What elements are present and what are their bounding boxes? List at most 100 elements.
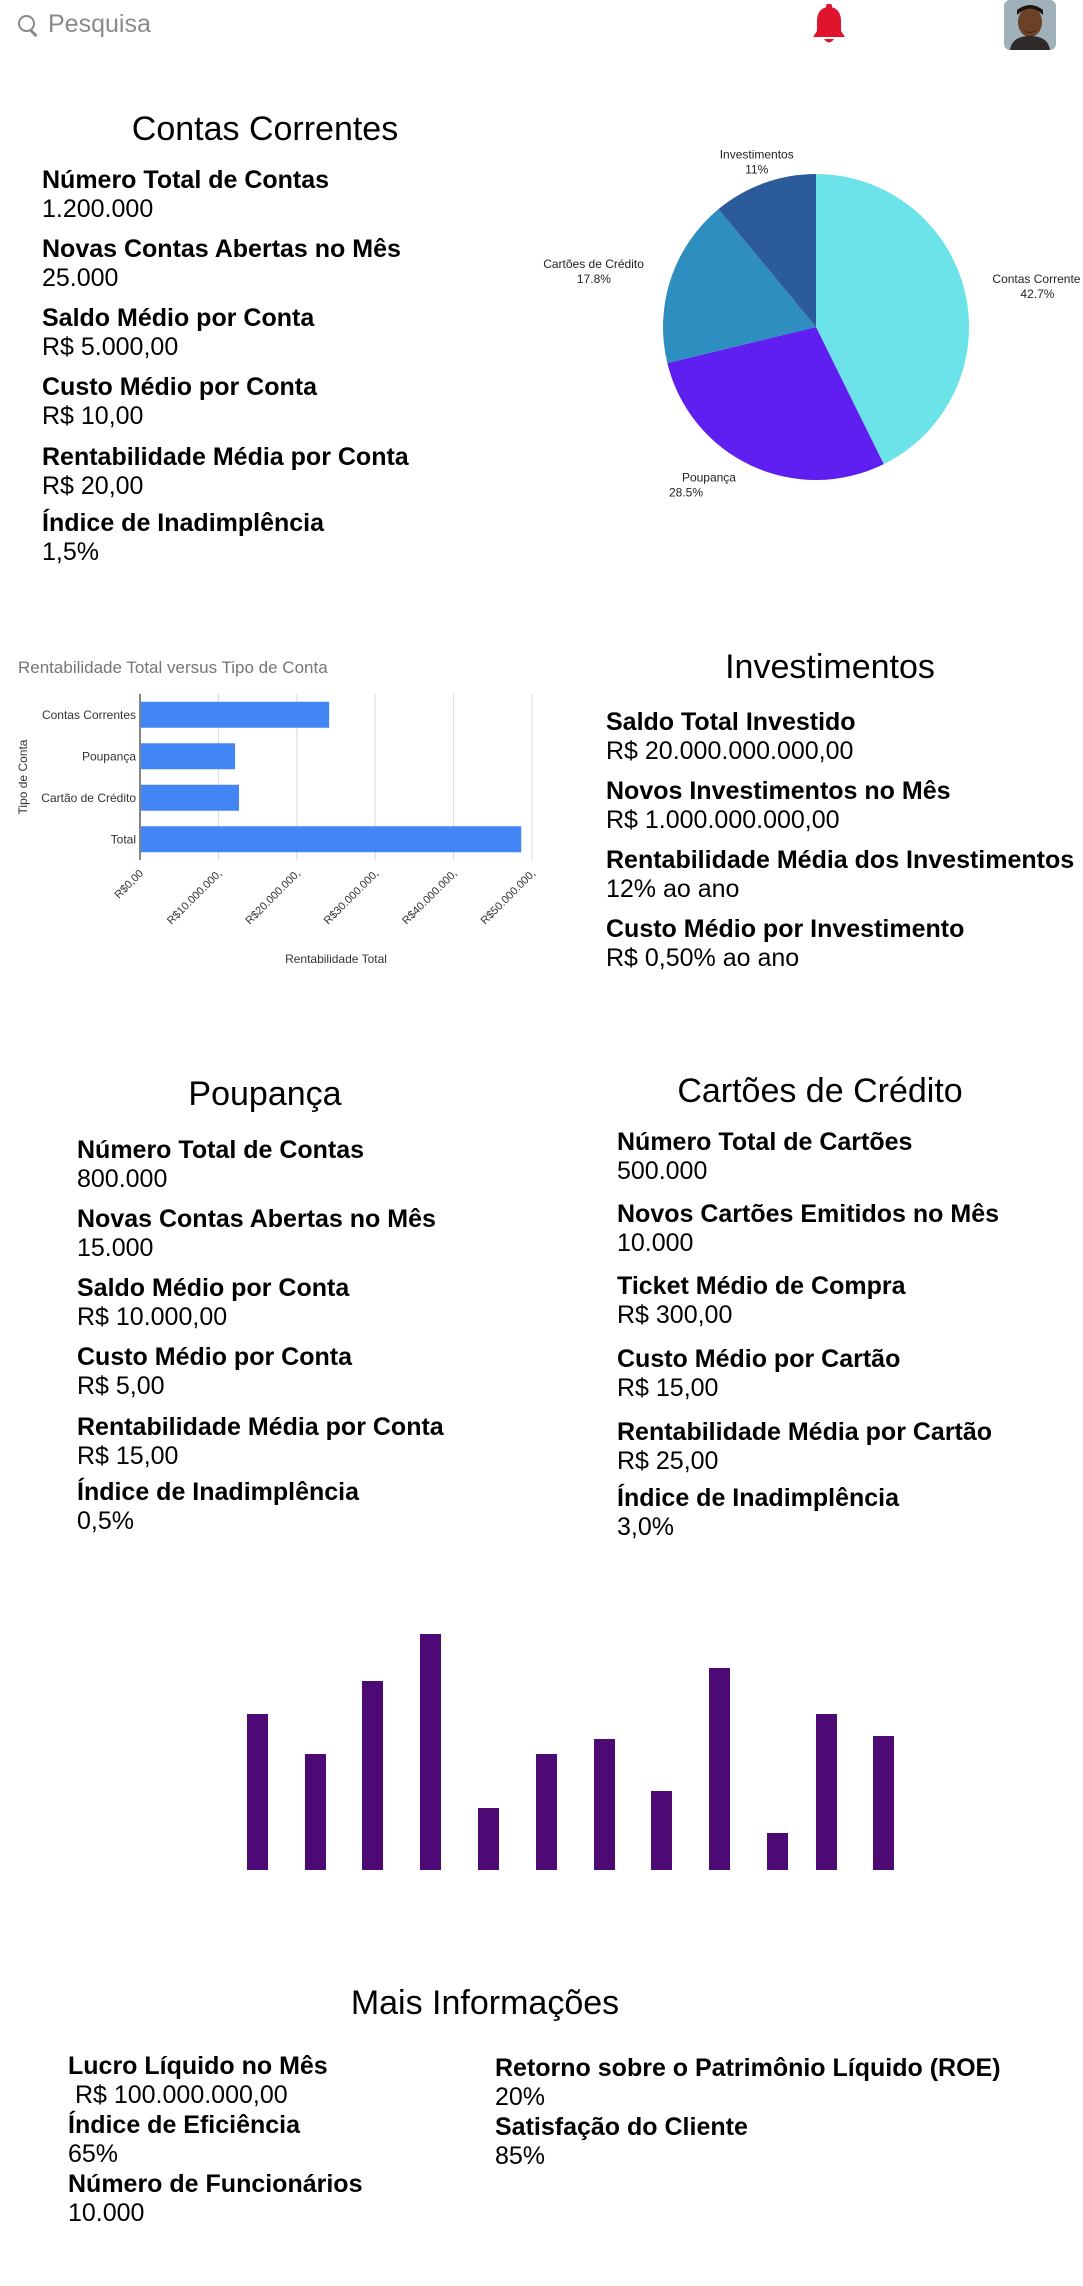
metric-rentabilidade-investimentos: Rentabilidade Média dos Investimentos 12…	[606, 846, 1074, 904]
avatar[interactable]	[1004, 0, 1056, 50]
metric-label: Número Total de Contas	[42, 166, 330, 194]
bar-chart-title: Rentabilidade Total versus Tipo de Conta	[18, 658, 328, 677]
x-tick-label: R$10.000.000,	[165, 868, 225, 928]
column-bar	[594, 1739, 615, 1870]
metric-label: Lucro Líquido no Mês	[68, 2052, 328, 2080]
metric-label: Custo Médio por Conta	[77, 1343, 352, 1371]
column-bar	[651, 1791, 672, 1870]
metric-value: 12% ao ano	[606, 875, 740, 903]
x-tick-label: R$0,00	[113, 868, 147, 902]
column-bar	[420, 1634, 441, 1870]
investimentos-title: Investimentos	[725, 648, 935, 686]
metric-saldo-total-investido: Saldo Total Investido R$ 20.000.000.000,…	[606, 708, 856, 766]
metric-value: 1,5%	[42, 538, 99, 566]
metric-novos-cartoes: Novos Cartões Emitidos no Mês 10.000	[617, 1200, 999, 1258]
metric-value: 10.000	[617, 1229, 694, 1257]
metric-label: Novos Investimentos no Mês	[606, 777, 951, 805]
metric-label: Novas Contas Abertas no Mês	[77, 1205, 436, 1233]
x-tick-label: R$50.000.000,	[479, 868, 539, 928]
column-bar	[709, 1668, 730, 1870]
metric-numero-funcionarios: Número de Funcionários 10.000	[68, 2170, 362, 2228]
metric-value: 500.000	[617, 1157, 708, 1185]
metric-novas-contas: Novas Contas Abertas no Mês 25.000	[42, 235, 401, 293]
search-bar[interactable]	[16, 10, 348, 39]
metric-label: Rentabilidade Média dos Investimentos	[606, 846, 1075, 874]
metric-label: Custo Médio por Investimento	[606, 915, 965, 943]
metric-numero-total-contas: Número Total de Contas 1.200.000	[42, 166, 329, 224]
metric-label: Índice de Inadimplência	[77, 1478, 360, 1506]
metric-label: Retorno sobre o Patrimônio Líquido (ROE)	[495, 2054, 1001, 2082]
metric-indice-eficiencia: Índice de Eficiência 65%	[68, 2111, 300, 2169]
x-tick-label: R$20.000.000,	[243, 868, 303, 928]
metric-label: Rentabilidade Média por Cartão	[617, 1418, 993, 1446]
metric-label: Rentabilidade Média por Conta	[42, 443, 409, 471]
search-input[interactable]	[48, 10, 348, 39]
metric-value: R$ 300,00	[617, 1301, 733, 1329]
metric-value: R$ 15,00	[77, 1442, 179, 1470]
metric-custo-investimento: Custo Médio por Investimento R$ 0,50% ao…	[606, 915, 964, 973]
x-axis-label: Rentabilidade Total	[285, 952, 387, 966]
metric-poupanca-total-contas: Número Total de Contas 800.000	[77, 1136, 364, 1194]
metric-label: Número Total de Contas	[77, 1136, 365, 1164]
metric-lucro-liquido: Lucro Líquido no Mês R$ 100.000.000,00	[68, 2052, 328, 2110]
notification-bell-icon[interactable]	[811, 4, 847, 46]
y-category-label: Poupança	[82, 749, 136, 763]
metric-value: 0,5%	[77, 1507, 134, 1535]
metric-value: 65%	[68, 2140, 119, 2168]
metric-poupanca-custo-medio: Custo Médio por Conta R$ 5,00	[77, 1343, 352, 1401]
column-bar	[816, 1714, 837, 1870]
metric-value: R$ 5.000,00	[42, 333, 179, 361]
x-tick-label: R$30.000.000,	[322, 868, 382, 928]
metric-value: R$ 10.000,00	[77, 1303, 228, 1331]
metric-value: 25.000	[42, 264, 119, 292]
y-category-label: Contas Correntes	[42, 708, 136, 722]
metric-label: Saldo Médio por Conta	[77, 1274, 350, 1302]
y-category-label: Cartão de Crédito	[41, 791, 136, 805]
metric-cartoes-inadimplencia: Índice de Inadimplência 3,0%	[617, 1484, 899, 1542]
metric-label: Satisfação do Cliente	[495, 2113, 748, 2141]
metric-value: 10.000	[68, 2199, 145, 2227]
metric-roe: Retorno sobre o Patrimônio Líquido (ROE)…	[495, 2054, 1001, 2112]
column-bar	[536, 1754, 557, 1870]
metric-value: R$ 15,00	[617, 1374, 719, 1402]
metric-novos-investimentos: Novos Investimentos no Mês R$ 1.000.000.…	[606, 777, 951, 835]
metric-value: R$ 1.000.000.000,00	[606, 806, 840, 834]
pie-slice-label: Cartões de Crédito	[543, 257, 644, 271]
y-axis-label: Tipo de Conta	[16, 739, 30, 814]
column-bar	[478, 1808, 499, 1870]
search-icon[interactable]	[16, 13, 40, 37]
metric-label: Custo Médio por Conta	[42, 373, 317, 401]
metric-inadimplencia: Índice de Inadimplência 1,5%	[42, 509, 324, 567]
metric-value: R$ 5,00	[77, 1372, 165, 1400]
bar	[141, 743, 236, 770]
metric-label: Índice de Eficiência	[68, 2111, 301, 2139]
metric-rentabilidade-media: Rentabilidade Média por Conta R$ 20,00	[42, 443, 409, 501]
metric-label: Número de Funcionários	[68, 2170, 363, 2198]
metric-label: Saldo Médio por Conta	[42, 304, 315, 332]
column-bar	[305, 1754, 326, 1870]
poupanca-title: Poupança	[188, 1075, 342, 1113]
metric-rentabilidade-cartao: Rentabilidade Média por Cartão R$ 25,00	[617, 1418, 992, 1476]
mais-informacoes-title: Mais Informações	[350, 1984, 620, 2022]
pie-slice-percent: 11%	[745, 162, 768, 176]
metric-value: R$ 25,00	[617, 1447, 719, 1475]
pie-slice-label: Poupança	[682, 471, 736, 485]
bar	[141, 826, 522, 853]
contas-correntes-title: Contas Correntes	[131, 110, 399, 148]
metric-label: Saldo Total Investido	[606, 708, 856, 736]
pie-slice-percent: 28.5%	[669, 486, 703, 500]
top-bar	[0, 0, 1083, 52]
pie-slice-percent: 42.7%	[1020, 287, 1054, 301]
metric-value: R$ 0,50% ao ano	[606, 944, 800, 972]
cartoes-title: Cartões de Crédito	[677, 1072, 963, 1110]
bar	[141, 784, 239, 811]
pie-chart: Contas Correntes42.7% Poupança28.5% Cartõe…	[543, 147, 1080, 500]
metric-custo-medio: Custo Médio por Conta R$ 10,00	[42, 373, 317, 431]
metric-label: Novos Cartões Emitidos no Mês	[617, 1200, 1000, 1228]
column-chart	[247, 1634, 894, 1870]
metric-value: 800.000	[77, 1165, 168, 1193]
y-category-label: Total	[111, 832, 136, 846]
pie-slice-label: Investimentos	[720, 147, 794, 161]
metric-label: Ticket Médio de Compra	[617, 1272, 906, 1300]
pie-slice-percent: 17.8%	[577, 272, 611, 286]
